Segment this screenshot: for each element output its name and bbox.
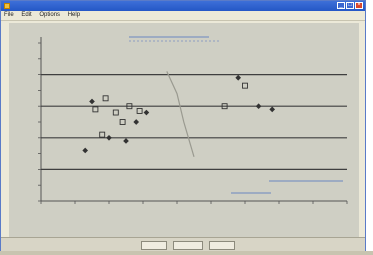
data-point-filled: [82, 147, 89, 154]
app-icon: [4, 3, 10, 9]
menu-edit[interactable]: Edit: [18, 11, 34, 20]
taskbar: [0, 251, 373, 255]
data-point-filled: [123, 138, 129, 144]
data-point-open: [119, 119, 126, 125]
nav-button-2[interactable]: [173, 241, 203, 250]
data-point-filled: [89, 98, 95, 105]
menu-help[interactable]: Help: [65, 11, 83, 20]
data-point-filled: [235, 74, 242, 81]
data-point-open: [92, 106, 99, 113]
close-icon[interactable]: ×: [355, 2, 363, 9]
data-point-open: [112, 109, 119, 116]
boundary-curve: [166, 71, 195, 157]
data-point-filled: [143, 109, 150, 116]
data-point-filled: [269, 106, 276, 113]
minimize-icon[interactable]: _: [337, 2, 345, 9]
data-point-open: [242, 82, 248, 89]
maximize-icon[interactable]: □: [346, 2, 354, 9]
data-point-filled: [133, 119, 140, 125]
data-point-filled: [106, 134, 112, 141]
menu-file[interactable]: File: [1, 11, 17, 20]
nav-button-1[interactable]: [141, 241, 167, 250]
nav-button-3[interactable]: [209, 241, 235, 250]
app-window: _ □ × File Edit Options Help: [0, 0, 366, 253]
data-point-open: [136, 107, 143, 114]
scatter-chart: [38, 36, 348, 204]
data-point-open: [99, 131, 106, 138]
data-point-filled: [255, 103, 262, 110]
data-point-open: [102, 95, 109, 102]
menu-options[interactable]: Options: [36, 11, 63, 20]
menu-bar: File Edit Options Help: [1, 11, 365, 21]
title-bar: _ □ ×: [1, 1, 365, 11]
plot-area: [9, 23, 359, 237]
